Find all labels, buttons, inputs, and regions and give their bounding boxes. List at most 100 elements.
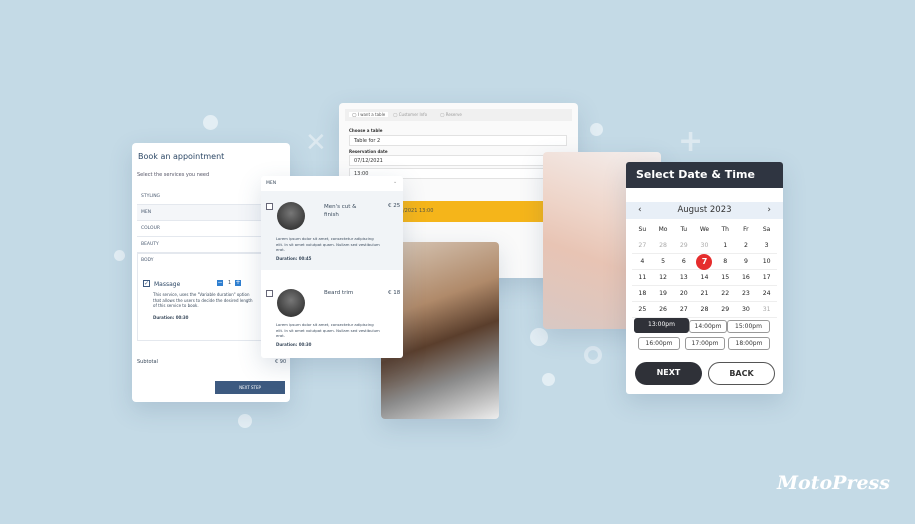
weekday-label: Tu — [680, 226, 688, 233]
weekday-label: Sa — [762, 226, 771, 233]
chevron-down-icon[interactable]: ⌄ — [393, 179, 397, 185]
step-tab[interactable]: ◯ I want a table — [349, 112, 389, 117]
decor-ring — [584, 346, 602, 364]
calendar-day[interactable]: 29 — [673, 238, 695, 254]
time-slot[interactable]: 17:00pm — [685, 337, 725, 350]
chevron-left-icon[interactable]: ‹ — [638, 202, 642, 219]
calendar-day[interactable]: 27 — [632, 238, 653, 254]
weekday-label: Fr — [743, 226, 749, 233]
table-select[interactable]: Table for 2 — [349, 135, 567, 146]
date-label: Reservation date — [349, 149, 388, 154]
month-label: August 2023 — [677, 205, 732, 215]
next-button[interactable]: NEXT — [635, 362, 702, 385]
service-duration: Duration: 00:30 — [276, 342, 312, 347]
service-name: Men's cut & finish — [324, 204, 357, 218]
month-header: ‹ August 2023 › — [626, 202, 783, 219]
page-title: Book an appointment — [138, 152, 225, 161]
picker-title: Select Date & Time — [626, 162, 783, 188]
step-tab[interactable]: ◯ Reserve — [440, 112, 462, 117]
service-checkbox[interactable] — [266, 290, 273, 297]
calendar-day[interactable]: 3 — [756, 238, 777, 254]
calendar-day[interactable]: 23 — [735, 286, 757, 302]
chevron-right-icon[interactable]: › — [767, 202, 771, 219]
weekday-label: Su — [638, 226, 647, 233]
motopress-logo: MotoPress — [777, 472, 890, 494]
subtotal-label: Subtotal — [137, 359, 158, 365]
service-price: € 25 — [388, 203, 401, 209]
date-time-picker: Select Date & Time ‹ August 2023 › Su Mo T… — [626, 162, 783, 394]
calendar-day[interactable]: 9 — [735, 254, 757, 270]
choose-table-label: Choose a table — [349, 128, 383, 133]
decor-circle — [590, 123, 603, 136]
plus-button[interactable]: + — [235, 280, 241, 286]
calendar-day[interactable]: 8 — [714, 254, 736, 270]
calendar-day[interactable]: 27 — [673, 302, 695, 318]
service-name: Beard trim — [324, 290, 354, 296]
calendar-day[interactable]: 4 — [632, 254, 653, 270]
weekday-label: We — [699, 226, 710, 233]
service-item: Beard trim € 18 Lorem ipsum dolor sit am… — [261, 272, 403, 358]
service-checkbox[interactable] — [266, 203, 273, 210]
calendar-day[interactable]: 24 — [756, 286, 777, 302]
calendar-day[interactable]: 7 — [694, 253, 715, 270]
dropdown-value[interactable]: MEN — [266, 181, 276, 186]
calendar-day[interactable]: 6 — [673, 254, 695, 270]
calendar-day[interactable]: 13 — [673, 270, 695, 286]
service-description: Lorem ipsum dolor sit amet, consectetur … — [276, 236, 380, 252]
service-price: € 18 — [388, 290, 401, 296]
service-description: This service, uses the "Variable duratio… — [153, 292, 253, 308]
time-slot[interactable]: 13:00pm — [634, 318, 689, 333]
time-slot[interactable]: 14:00pm — [689, 320, 727, 333]
decor-circle — [203, 115, 218, 130]
time-slot[interactable]: 16:00pm — [638, 337, 680, 350]
calendar-day[interactable]: 28 — [694, 302, 715, 318]
next-step-button[interactable]: NEXT STEP — [215, 381, 285, 394]
service-description: Lorem ipsum dolor sit amet, consectetur … — [276, 322, 380, 338]
services-dropdown: MEN ⌄ Men's cut & finish € 25 Lorem ipsu… — [261, 176, 403, 358]
quantity-value: 1 — [228, 280, 232, 286]
calendar-day[interactable]: 21 — [694, 286, 715, 302]
calendar-day[interactable]: 5 — [652, 254, 674, 270]
calendar-day[interactable]: 14 — [694, 270, 715, 286]
service-avatar — [277, 202, 305, 230]
subtotal-value: € 90 — [275, 359, 287, 365]
calendar-day[interactable]: 17 — [756, 270, 777, 286]
calendar-day[interactable]: 22 — [714, 286, 736, 302]
date-input[interactable]: 07/12/2021 — [349, 155, 567, 166]
service-item: Men's cut & finish € 25 Lorem ipsum dolo… — [261, 191, 403, 270]
calendar-day[interactable]: 25 — [632, 302, 653, 318]
service-duration: Duration: 00:30 — [153, 315, 189, 320]
decor-circle — [542, 373, 555, 386]
decor-circle — [530, 328, 548, 346]
decor-circle — [238, 414, 252, 428]
service-duration: Duration: 00:45 — [276, 256, 312, 261]
calendar-day[interactable]: 2 — [735, 238, 757, 254]
calendar-day[interactable]: 18 — [632, 286, 653, 302]
weekday-label: Mo — [658, 226, 668, 233]
calendar-day[interactable]: 29 — [714, 302, 736, 318]
calendar-day[interactable]: 26 — [652, 302, 674, 318]
massage-checkbox[interactable]: ✓ — [143, 280, 150, 287]
subtitle: Select the services you need — [137, 172, 210, 178]
time-slot[interactable]: 18:00pm — [728, 337, 770, 350]
calendar-day[interactable]: 12 — [652, 270, 674, 286]
decor-circle — [114, 250, 125, 261]
service-name: Massage — [154, 281, 181, 288]
decor-x-icon: ✕ — [305, 128, 327, 158]
calendar-day[interactable]: 10 — [756, 254, 777, 270]
calendar-day[interactable]: 15 — [714, 270, 736, 286]
calendar-day[interactable]: 30 — [735, 302, 757, 318]
step-tab[interactable]: ◯ Customer Info — [393, 112, 427, 117]
minus-button[interactable]: − — [217, 280, 223, 286]
calendar-day[interactable]: 20 — [673, 286, 695, 302]
calendar-day[interactable]: 11 — [632, 270, 653, 286]
calendar-day[interactable]: 31 — [756, 302, 777, 318]
weekday-label: Th — [721, 226, 729, 233]
time-slot[interactable]: 15:00pm — [727, 320, 770, 333]
calendar-day[interactable]: 1 — [714, 238, 736, 254]
back-button[interactable]: BACK — [708, 362, 775, 385]
calendar-day[interactable]: 28 — [652, 238, 674, 254]
calendar-day[interactable]: 19 — [652, 286, 674, 302]
calendar-day[interactable]: 30 — [694, 238, 715, 254]
calendar-day[interactable]: 16 — [735, 270, 757, 286]
